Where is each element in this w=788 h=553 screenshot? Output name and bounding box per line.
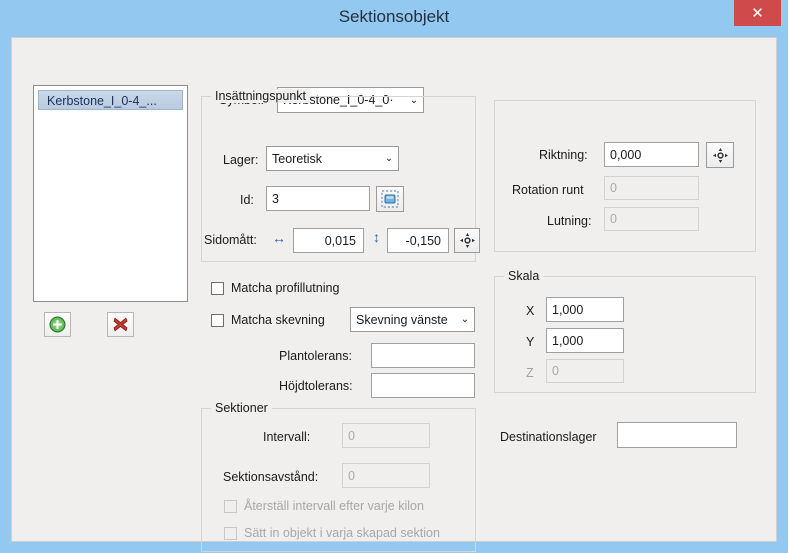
sections-group-title: Sektioner: [211, 401, 272, 415]
layer-select[interactable]: Teoretisk ⌄: [266, 146, 399, 171]
crosshair-icon: [712, 147, 728, 163]
chevron-down-icon: ⌄: [384, 153, 394, 164]
lutning-input: 0: [604, 207, 699, 231]
dialog-title: Sektionsobjekt: [338, 7, 450, 26]
section-spacing-label: Sektionsavstånd:: [223, 470, 319, 484]
id-label: Id:: [240, 193, 254, 207]
height-tolerance-input[interactable]: [371, 373, 475, 398]
scale-group-title: Skala: [504, 269, 544, 283]
rotation-label: Rotation runt: [512, 183, 584, 197]
dialog-titlebar: Sektionsobjekt ✕: [0, 0, 788, 37]
superelevation-value: Skevning vänste: [356, 312, 448, 327]
interval-label: Intervall:: [263, 430, 311, 444]
chevron-down-icon: ⌄: [460, 314, 470, 325]
dialog-client-area: Kerbstone_I_0-4_... Symbol: Kerbstone_I_…: [11, 37, 777, 552]
reset-interval-checkbox: Återställ intervall efter varje kilon: [224, 499, 424, 513]
rotation-input: 0: [604, 176, 699, 200]
sidomatt-label: Sidomått:: [204, 233, 257, 247]
crosshair-icon: [459, 233, 475, 248]
vertical-double-arrow-icon: ↕: [373, 229, 380, 245]
scale-x-label: X: [526, 304, 535, 318]
object-list[interactable]: Kerbstone_I_0-4_...: [33, 85, 188, 302]
scale-z-input: 0: [546, 359, 624, 383]
insertion-point-group-title: Insättningspunkt: [211, 89, 311, 103]
plan-tolerance-input[interactable]: [371, 343, 475, 368]
interval-input: 0: [342, 423, 430, 448]
red-x-icon: [113, 317, 128, 332]
horizontal-double-arrow-icon: ↔: [272, 230, 286, 246]
pick-object-icon: [381, 190, 399, 208]
close-icon[interactable]: ✕: [734, 0, 781, 26]
riktning-pick-button[interactable]: [706, 142, 734, 168]
sidomatt-horizontal-input[interactable]: 0,015: [293, 228, 364, 253]
id-input[interactable]: 3: [266, 186, 370, 211]
reset-interval-label: Återställ intervall efter varje kilon: [244, 499, 424, 513]
insert-object-checkbox: Sätt in objekt i varja skapad sektion: [224, 526, 440, 540]
layer-value: Teoretisk: [272, 151, 323, 166]
plan-tolerance-label: Plantolerans:: [279, 349, 352, 363]
checkbox-box: [224, 499, 237, 513]
match-profile-slope-label: Matcha profillutning: [231, 281, 340, 295]
scale-y-input[interactable]: 1,000: [546, 328, 624, 353]
scale-x-input[interactable]: 1,000: [546, 297, 624, 322]
superelevation-select[interactable]: Skevning vänste ⌄: [350, 307, 475, 332]
destination-layer-input[interactable]: [617, 422, 737, 448]
match-superelevation-label: Matcha skevning: [231, 313, 325, 327]
match-profile-slope-checkbox[interactable]: Matcha profillutning: [211, 281, 339, 295]
scale-z-label: Z: [526, 366, 534, 380]
riktning-input[interactable]: 0,000: [604, 142, 699, 167]
checkbox-box[interactable]: [211, 281, 224, 295]
section-spacing-input: 0: [342, 463, 430, 488]
height-tolerance-label: Höjdtolerans:: [279, 379, 353, 393]
scale-y-label: Y: [526, 335, 535, 349]
destination-layer-label: Destinationslager: [500, 430, 597, 444]
riktning-label: Riktning:: [539, 148, 588, 162]
pick-object-button[interactable]: [376, 186, 404, 212]
lutning-label: Lutning:: [547, 214, 592, 228]
checkbox-box[interactable]: [211, 313, 224, 327]
list-item[interactable]: Kerbstone_I_0-4_...: [38, 90, 183, 110]
delete-object-button[interactable]: [107, 312, 134, 337]
layer-label: Lager:: [223, 153, 259, 167]
checkbox-box: [224, 526, 237, 540]
insert-object-label: Sätt in objekt i varja skapad sektion: [244, 526, 440, 540]
sektionsobjekt-dialog: Sektionsobjekt ✕ Kerbstone_I_0-4_... Sym…: [0, 0, 788, 553]
sidomatt-snap-button[interactable]: [454, 228, 480, 253]
sidomatt-vertical-input[interactable]: -0,150: [387, 228, 449, 253]
plus-circle-icon: [49, 316, 66, 333]
add-object-button[interactable]: [44, 312, 71, 337]
match-superelevation-checkbox[interactable]: Matcha skevning: [211, 313, 325, 327]
